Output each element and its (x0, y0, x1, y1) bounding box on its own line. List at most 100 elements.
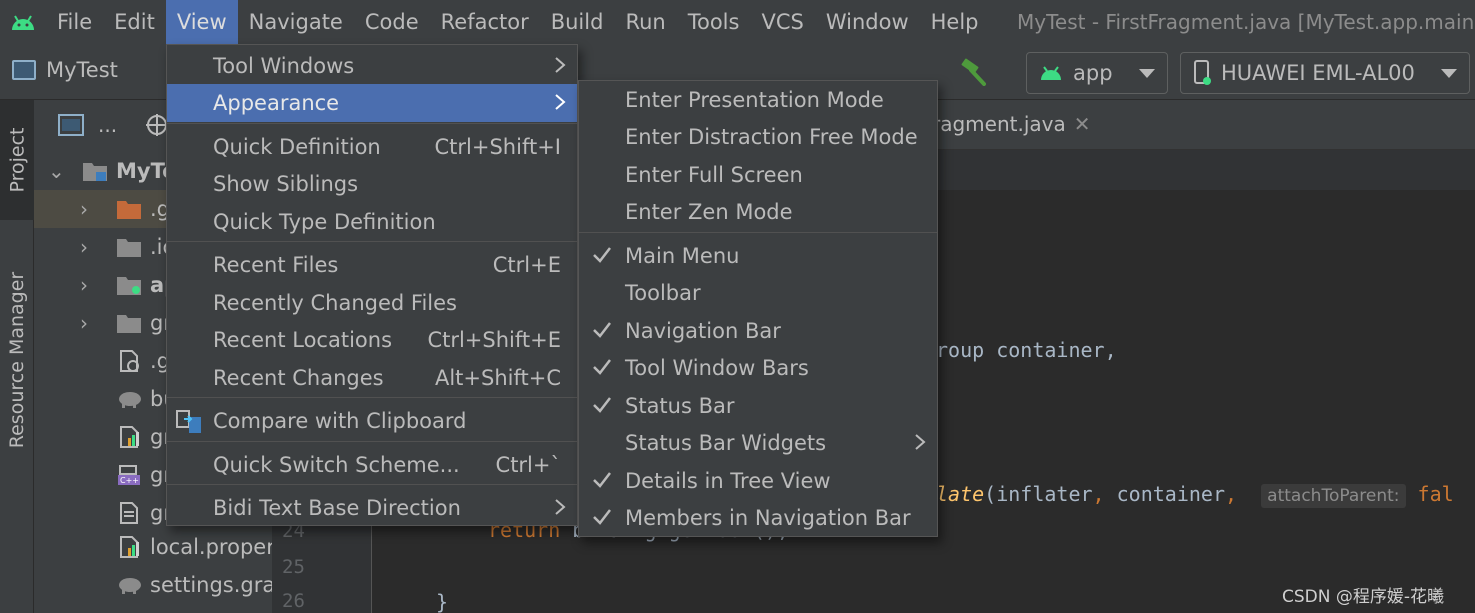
hammer-build-icon[interactable] (958, 58, 988, 91)
menu-item-recent-locations[interactable]: Recent Locations Ctrl+Shift+E (167, 321, 577, 359)
menu-item-toolbar[interactable]: Toolbar (579, 274, 937, 312)
window-title: MyTest - FirstFragment.java [MyTest.app.… (1017, 10, 1475, 34)
menu-help[interactable]: Help (920, 0, 990, 44)
checkmark-icon (593, 472, 611, 488)
run-config-selector[interactable]: app (1026, 52, 1168, 94)
project-breadcrumb[interactable]: MyTest (12, 58, 118, 82)
menu-item-label: Toolbar (625, 281, 701, 305)
menu-item-label: Tool Windows (213, 54, 355, 78)
menu-item-enter-presentation-mode[interactable]: Enter Presentation Mode (579, 81, 937, 119)
chevron-right-icon[interactable]: › (80, 273, 88, 297)
menu-edit[interactable]: Edit (103, 0, 166, 44)
project-folder-icon (12, 60, 36, 80)
menu-vcs[interactable]: VCS (750, 0, 814, 44)
menu-item-label: Main Menu (625, 244, 740, 268)
code-comma: , (1225, 482, 1238, 506)
menu-build[interactable]: Build (540, 0, 615, 44)
menu-item-status-bar-widgets[interactable]: Status Bar Widgets (579, 424, 937, 462)
editor-file-tab-label: ragment.java (932, 112, 1066, 136)
parameter-hint: attachToParent: (1261, 484, 1406, 508)
menu-item-details-in-tree-view[interactable]: Details in Tree View (579, 462, 937, 500)
chevron-right-icon (915, 434, 926, 450)
menu-item-label: Recent Locations (213, 328, 393, 352)
checkmark-icon (593, 397, 611, 413)
menu-item-members-in-navigation-bar[interactable]: Members in Navigation Bar (579, 499, 937, 537)
menu-item-enter-zen-mode[interactable]: Enter Zen Mode (579, 193, 937, 231)
menu-navigate[interactable]: Navigate (238, 0, 354, 44)
chevron-right-icon (555, 499, 566, 515)
code-text: roup container, (936, 338, 1117, 362)
tree-row[interactable]: local.proper (34, 528, 275, 566)
menu-item-tool-windows[interactable]: Tool Windows (167, 47, 577, 85)
menu-tools[interactable]: Tools (677, 0, 751, 44)
line-number: 25 (282, 556, 305, 578)
tool-tab-resource-manager[interactable]: Resource Manager (0, 250, 34, 470)
chevron-down-icon[interactable]: ⌄ (48, 159, 65, 183)
menu-item-compare-with-clipboard[interactable]: Compare with Clipboard (167, 402, 577, 440)
menu-refactor[interactable]: Refactor (430, 0, 540, 44)
chevron-right-icon[interactable]: › (80, 311, 88, 335)
gradle-elephant-icon (119, 578, 141, 594)
tool-tab-project[interactable]: Project (0, 100, 34, 220)
menu-run[interactable]: Run (614, 0, 676, 44)
menu-item-label: Enter Full Screen (625, 163, 803, 187)
tool-tab-project-label: Project (6, 127, 29, 193)
menu-item-shortcut: Alt+Shift+C (434, 366, 561, 390)
chevron-right-icon[interactable]: › (80, 197, 88, 221)
checkmark-icon (593, 359, 611, 375)
chevron-down-icon (1441, 68, 1457, 78)
menu-item-enter-full-screen[interactable]: Enter Full Screen (579, 156, 937, 194)
menu-item-label: Bidi Text Base Direction (213, 496, 461, 520)
menu-item-tool-window-bars[interactable]: Tool Window Bars (579, 349, 937, 387)
menu-item-recent-changes[interactable]: Recent Changes Alt+Shift+C (167, 359, 577, 397)
properties-file-icon (120, 426, 139, 448)
run-config-label: app (1073, 61, 1113, 85)
project-name: MyTest (46, 58, 118, 82)
menu-file[interactable]: File (46, 0, 103, 44)
menu-item-quick-type-definition[interactable]: Quick Type Definition (167, 203, 577, 241)
code-line: } (436, 590, 448, 613)
menu-separator (167, 441, 577, 442)
close-icon[interactable]: ✕ (1074, 112, 1091, 136)
menu-item-label: Navigation Bar (625, 319, 781, 343)
chevron-right-icon (555, 57, 566, 73)
menu-item-label: Quick Type Definition (213, 210, 436, 234)
menu-item-quick-switch-scheme[interactable]: Quick Switch Scheme... Ctrl+` (167, 446, 577, 484)
view-mode-icon[interactable] (58, 114, 84, 136)
menu-item-show-siblings[interactable]: Show Siblings (167, 165, 577, 203)
editor-file-tab[interactable]: ragment.java ✕ (932, 112, 1091, 136)
menu-separator (167, 241, 577, 242)
code-keyword: fal (1417, 482, 1454, 506)
menu-item-bidi-text-base-direction[interactable]: Bidi Text Base Direction (167, 489, 577, 527)
tool-tab-resource-label: Resource Manager (6, 271, 28, 449)
chevron-right-icon[interactable]: › (80, 235, 88, 259)
line-number: 26 (282, 590, 305, 612)
device-selector[interactable]: HUAWEI EML-AL00 (1180, 52, 1470, 94)
menu-item-label: Show Siblings (213, 172, 359, 196)
menu-item-label: Recently Changed Files (213, 291, 458, 315)
compare-icon (176, 410, 201, 433)
code-text: (inflater (984, 482, 1093, 506)
menu-item-recent-files[interactable]: Recent Files Ctrl+E (167, 246, 577, 284)
menu-code[interactable]: Code (354, 0, 430, 44)
menu-window[interactable]: Window (815, 0, 920, 44)
menu-item-status-bar[interactable]: Status Bar (579, 387, 937, 425)
menu-item-recently-changed-files[interactable]: Recently Changed Files (167, 284, 577, 322)
folder-orange-icon (117, 201, 141, 219)
menu-item-navigation-bar[interactable]: Navigation Bar (579, 312, 937, 350)
watermark: CSDN @程序媛-花曦 (1282, 587, 1445, 607)
view-mode-more[interactable]: ... (98, 113, 117, 137)
menu-item-label: Tool Window Bars (625, 356, 809, 380)
menu-item-main-menu[interactable]: Main Menu (579, 237, 937, 275)
menu-item-label: Enter Zen Mode (625, 200, 793, 224)
menu-view[interactable]: View (165, 0, 238, 44)
folder-icon (117, 239, 141, 257)
code-comma: , (1092, 482, 1105, 506)
menu-item-shortcut: Ctrl+Shift+I (434, 135, 561, 159)
menu-item-quick-definition[interactable]: Quick Definition Ctrl+Shift+I (167, 128, 577, 166)
menu-item-appearance[interactable]: Appearance (167, 84, 577, 122)
checkmark-icon (593, 509, 611, 525)
menu-item-enter-distraction-free-mode[interactable]: Enter Distraction Free Mode (579, 118, 937, 156)
tree-row[interactable]: settings.grad (34, 566, 289, 604)
checkmark-icon (593, 247, 611, 263)
